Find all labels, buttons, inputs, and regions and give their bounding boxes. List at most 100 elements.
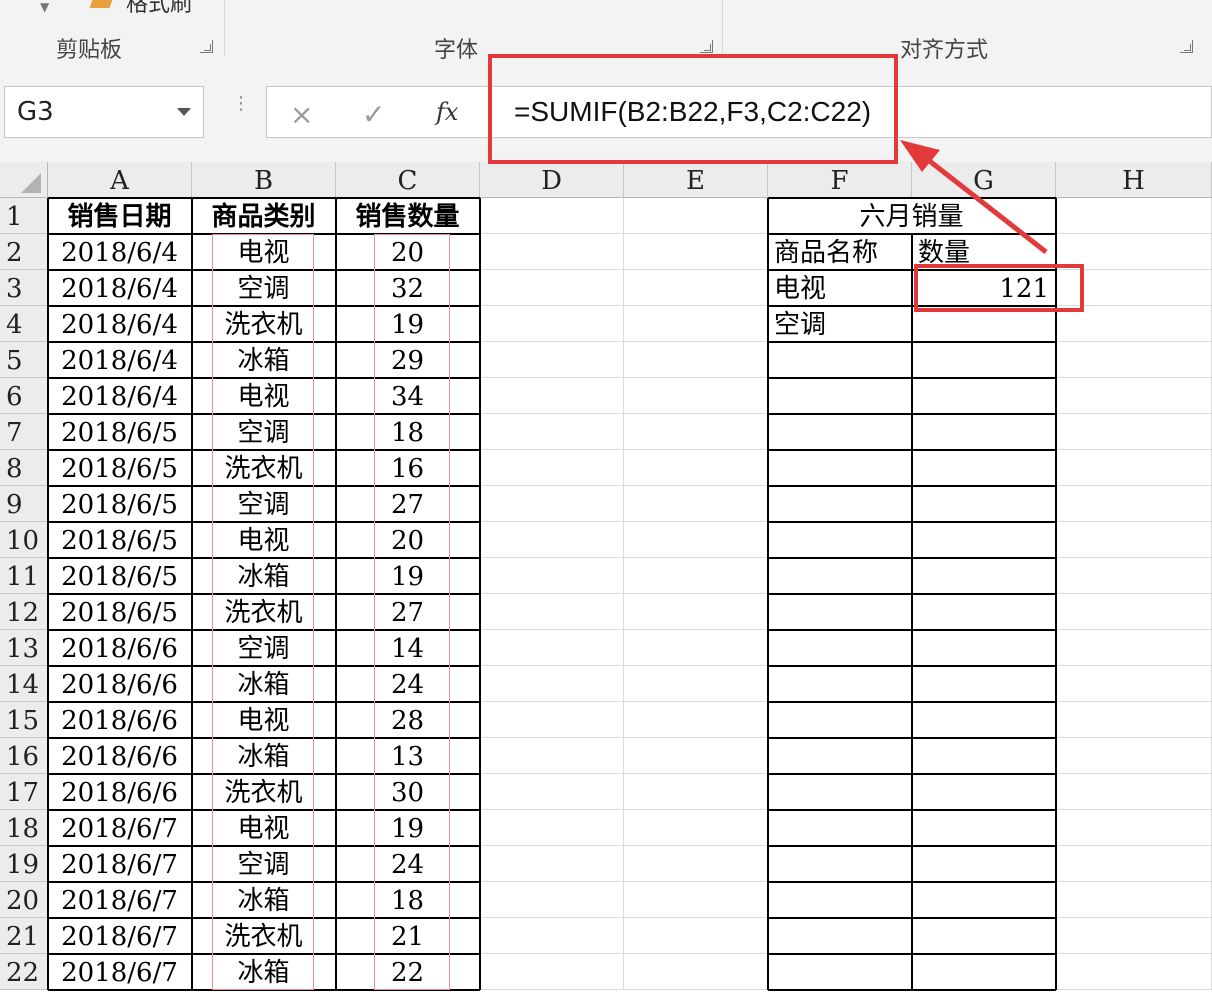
cell-a3[interactable]: 2018/6/4 — [48, 270, 192, 306]
cell-g13[interactable] — [912, 630, 1056, 666]
summary-title-cell[interactable]: 六月销量 — [768, 198, 1056, 234]
format-painter-icon[interactable] — [89, 0, 115, 8]
cell-g22[interactable] — [912, 954, 1056, 990]
cell-d12[interactable] — [480, 594, 624, 630]
cell-c10[interactable]: 20 — [336, 522, 480, 558]
cell-a1[interactable]: 销售日期 — [48, 198, 192, 234]
cell-d7[interactable] — [480, 414, 624, 450]
cell-c9[interactable]: 27 — [336, 486, 480, 522]
chevron-down-icon[interactable] — [177, 108, 191, 116]
cell-f12[interactable] — [768, 594, 912, 630]
cell-c6[interactable]: 34 — [336, 378, 480, 414]
row-header-18[interactable]: 18 — [0, 810, 48, 846]
cell-e7[interactable] — [624, 414, 768, 450]
cell-a15[interactable]: 2018/6/6 — [48, 702, 192, 738]
cell-g5[interactable] — [912, 342, 1056, 378]
cell-h15[interactable] — [1056, 702, 1212, 738]
cancel-icon[interactable]: × — [290, 98, 313, 131]
cell-c4[interactable]: 19 — [336, 306, 480, 342]
cell-g14[interactable] — [912, 666, 1056, 702]
cell-b4[interactable]: 洗衣机 — [192, 306, 336, 342]
cell-d19[interactable] — [480, 846, 624, 882]
cell-c15[interactable]: 28 — [336, 702, 480, 738]
cell-f7[interactable] — [768, 414, 912, 450]
cell-f4[interactable]: 空调 — [768, 306, 912, 342]
cell-a19[interactable]: 2018/6/7 — [48, 846, 192, 882]
cell-e14[interactable] — [624, 666, 768, 702]
select-all-corner[interactable] — [0, 162, 48, 198]
cell-d18[interactable] — [480, 810, 624, 846]
cell-d9[interactable] — [480, 486, 624, 522]
row-header-13[interactable]: 13 — [0, 630, 48, 666]
row-header-21[interactable]: 21 — [0, 918, 48, 954]
cell-e2[interactable] — [624, 234, 768, 270]
cell-g20[interactable] — [912, 882, 1056, 918]
cell-a6[interactable]: 2018/6/4 — [48, 378, 192, 414]
cell-d10[interactable] — [480, 522, 624, 558]
cell-d11[interactable] — [480, 558, 624, 594]
cell-e16[interactable] — [624, 738, 768, 774]
cell-b15[interactable]: 电视 — [192, 702, 336, 738]
row-header-17[interactable]: 17 — [0, 774, 48, 810]
row-header-10[interactable]: 10 — [0, 522, 48, 558]
cell-h21[interactable] — [1056, 918, 1212, 954]
cell-h7[interactable] — [1056, 414, 1212, 450]
cell-h17[interactable] — [1056, 774, 1212, 810]
cell-f10[interactable] — [768, 522, 912, 558]
cell-f18[interactable] — [768, 810, 912, 846]
cell-d5[interactable] — [480, 342, 624, 378]
cell-f17[interactable] — [768, 774, 912, 810]
row-header-8[interactable]: 8 — [0, 450, 48, 486]
cell-e1[interactable] — [624, 198, 768, 234]
cell-f14[interactable] — [768, 666, 912, 702]
column-header-g[interactable]: G — [912, 162, 1056, 198]
row-header-4[interactable]: 4 — [0, 306, 48, 342]
cell-b22[interactable]: 冰箱 — [192, 954, 336, 990]
row-header-12[interactable]: 12 — [0, 594, 48, 630]
cell-g7[interactable] — [912, 414, 1056, 450]
cell-e10[interactable] — [624, 522, 768, 558]
cell-h16[interactable] — [1056, 738, 1212, 774]
cell-d6[interactable] — [480, 378, 624, 414]
clipboard-launcher-icon[interactable] — [200, 40, 213, 53]
cell-h6[interactable] — [1056, 378, 1212, 414]
cell-f3[interactable]: 电视 — [768, 270, 912, 306]
row-header-14[interactable]: 14 — [0, 666, 48, 702]
cell-f6[interactable] — [768, 378, 912, 414]
cell-h11[interactable] — [1056, 558, 1212, 594]
cell-d8[interactable] — [480, 450, 624, 486]
cell-c7[interactable]: 18 — [336, 414, 480, 450]
row-header-2[interactable]: 2 — [0, 234, 48, 270]
cell-c16[interactable]: 13 — [336, 738, 480, 774]
cell-g4[interactable] — [912, 306, 1056, 342]
cell-a20[interactable]: 2018/6/7 — [48, 882, 192, 918]
row-header-1[interactable]: 1 — [0, 198, 48, 234]
cell-b10[interactable]: 电视 — [192, 522, 336, 558]
cell-h8[interactable] — [1056, 450, 1212, 486]
row-header-20[interactable]: 20 — [0, 882, 48, 918]
dropdown-arrow-icon[interactable]: ▼ — [40, 0, 49, 14]
cell-e21[interactable] — [624, 918, 768, 954]
cell-c5[interactable]: 29 — [336, 342, 480, 378]
cell-a22[interactable]: 2018/6/7 — [48, 954, 192, 990]
column-header-c[interactable]: C — [336, 162, 480, 198]
cell-a11[interactable]: 2018/6/5 — [48, 558, 192, 594]
row-header-16[interactable]: 16 — [0, 738, 48, 774]
cell-d3[interactable] — [480, 270, 624, 306]
cell-g11[interactable] — [912, 558, 1056, 594]
cell-e9[interactable] — [624, 486, 768, 522]
cell-e6[interactable] — [624, 378, 768, 414]
cell-e20[interactable] — [624, 882, 768, 918]
cell-h2[interactable] — [1056, 234, 1212, 270]
cell-h14[interactable] — [1056, 666, 1212, 702]
cell-f15[interactable] — [768, 702, 912, 738]
cell-d20[interactable] — [480, 882, 624, 918]
cell-c12[interactable]: 27 — [336, 594, 480, 630]
cell-b16[interactable]: 冰箱 — [192, 738, 336, 774]
cell-a16[interactable]: 2018/6/6 — [48, 738, 192, 774]
cell-e17[interactable] — [624, 774, 768, 810]
column-header-h[interactable]: H — [1056, 162, 1212, 198]
cell-d17[interactable] — [480, 774, 624, 810]
cell-d22[interactable] — [480, 954, 624, 990]
alignment-launcher-icon[interactable] — [1180, 40, 1193, 53]
